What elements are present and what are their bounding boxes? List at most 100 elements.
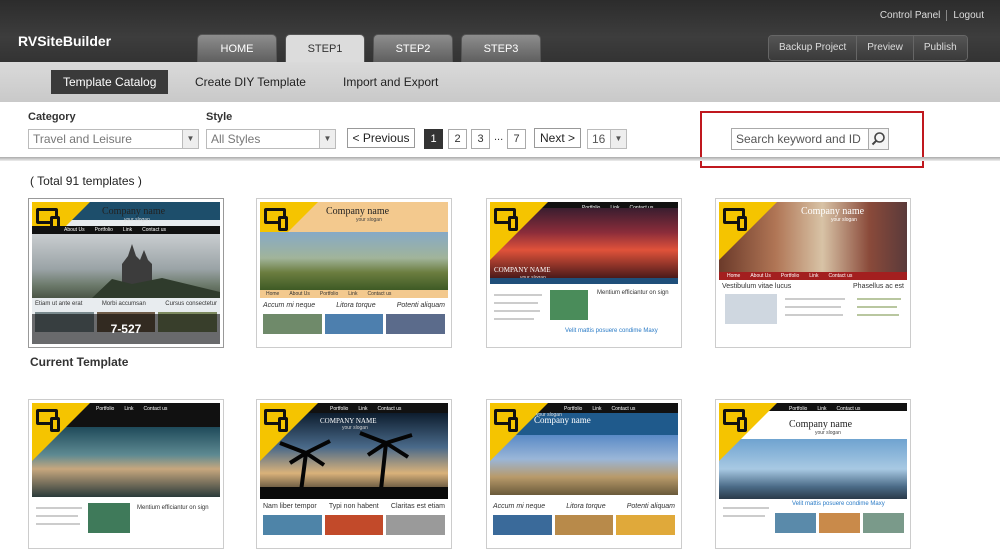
template-text-line — [723, 507, 769, 509]
template-company-name: Company name — [789, 419, 853, 430]
template-thumbnails — [550, 290, 588, 320]
template-slogan: your slogan — [831, 217, 857, 223]
current-template-id-overlay: 7-527 — [32, 314, 220, 344]
template-text-line — [494, 318, 534, 320]
template-text-line — [494, 294, 542, 296]
template-card-2[interactable]: Company name your slogan Home About Us Por… — [256, 198, 452, 348]
tab-step3[interactable]: STEP3 — [461, 34, 541, 62]
style-select[interactable]: All Styles ▼ — [206, 129, 336, 149]
template-text-line — [494, 310, 540, 312]
mobile-icon — [508, 216, 518, 231]
search-input[interactable]: Search keyword and ID — [731, 128, 869, 150]
tab-create-diy-template[interactable]: Create DIY Template — [183, 70, 318, 94]
template-slogan: your slogan — [342, 425, 368, 431]
publish-button[interactable]: Publish — [912, 36, 967, 60]
template-nav-item: Link — [348, 291, 358, 297]
category-value: Travel and Leisure — [33, 132, 132, 146]
template-captions-secondary: Velit mattis posuere condime Maxy — [562, 328, 678, 334]
search-button[interactable] — [868, 128, 889, 150]
template-nav-item: Portfolio — [330, 406, 349, 412]
filter-divider — [0, 157, 1000, 161]
mobile-icon — [278, 417, 288, 432]
template-text-line — [785, 306, 841, 308]
template-nav-item: Link — [809, 273, 819, 279]
template-caption: Litora torque — [336, 302, 376, 309]
page-7-button[interactable]: 7 — [507, 129, 526, 149]
template-text-line — [857, 298, 901, 300]
backup-project-button[interactable]: Backup Project — [769, 36, 857, 60]
category-select[interactable]: Travel and Leisure ▼ — [28, 129, 199, 149]
template-text-line — [785, 314, 843, 316]
template-caption: Morbi accumsan — [101, 301, 146, 307]
previous-page-button[interactable]: < Previous — [347, 128, 415, 148]
template-nav-item: Contact us — [142, 227, 167, 233]
template-nav-item: Link — [358, 406, 368, 412]
project-actions: Backup Project Preview Publish — [768, 35, 968, 61]
template-caption: Vestibulum vitae lucus — [722, 283, 792, 290]
template-card-3[interactable]: PortfolioLinkContact us COMPANY NAME you… — [486, 198, 682, 348]
template-company-name: Company name — [102, 206, 166, 217]
template-card-4[interactable]: Company name your slogan Home About Us Por… — [715, 198, 911, 348]
next-page-button[interactable]: Next > — [534, 128, 581, 148]
tab-step1[interactable]: STEP1 — [285, 34, 365, 63]
page-2-button[interactable]: 2 — [448, 129, 467, 149]
style-label: Style — [206, 111, 233, 123]
template-nav-item: Home — [727, 273, 741, 279]
template-caption: Cursus consectetur — [165, 301, 217, 307]
tab-step2[interactable]: STEP2 — [373, 34, 453, 62]
page-3-button[interactable]: 3 — [471, 129, 490, 149]
template-thumbnails — [775, 513, 904, 533]
template-thumbnails — [263, 515, 446, 535]
template-nav-item: Contact us — [143, 406, 168, 412]
template-caption: Potenti aliquam — [626, 503, 675, 510]
pagination-ellipsis: ... — [494, 131, 504, 143]
template-caption: Nam liber tempor — [263, 503, 317, 510]
template-card-7[interactable]: Portfolio Link Contact us Company name you… — [486, 399, 682, 549]
template-nav-item: Home — [266, 291, 280, 297]
logout-link[interactable]: Logout — [946, 10, 990, 21]
control-panel-link[interactable]: Control Panel — [874, 10, 947, 21]
template-nav-item: Contact us — [367, 291, 392, 297]
template-captions: Mentium efficiantur on sign — [594, 290, 678, 296]
app-header: RVSiteBuilder Control Panel Logout HOME … — [0, 0, 1000, 63]
template-card-5[interactable]: Portfolio Link Contact us Mentium effician… — [28, 399, 224, 549]
chevron-down-icon: ▼ — [610, 130, 626, 148]
template-nav-item: Contact us — [377, 406, 402, 412]
template-caption: Mentium efficiantur on sign — [137, 505, 209, 511]
template-captions: Etiam ut ante erat Morbi accumsan Cursus… — [32, 301, 220, 307]
template-company-name: Company name — [801, 206, 865, 217]
template-text-line — [723, 515, 765, 517]
template-nav-item: Link — [124, 406, 134, 412]
template-card-8[interactable]: Portfolio Link Contact us Company name you… — [715, 399, 911, 549]
template-card-current[interactable]: Company name your slogan About Us Portfol… — [28, 198, 224, 348]
mobile-icon — [737, 216, 747, 231]
template-captions: Vestibulum vitae lucus Phasellus ac est — [719, 283, 907, 290]
chevron-down-icon: ▼ — [319, 130, 335, 148]
template-captions: Mentium efficiantur on sign — [134, 505, 220, 511]
current-template-label: Current Template — [30, 355, 129, 369]
template-nav-item: Portfolio — [780, 273, 800, 279]
tab-import-export[interactable]: Import and Export — [331, 70, 450, 94]
step-tabs: HOME STEP1 STEP2 STEP3 — [197, 34, 549, 63]
template-slogan: your slogan — [815, 430, 841, 436]
template-company-name: Company name — [326, 206, 390, 217]
template-nav-item: Contact us — [611, 406, 636, 412]
tab-template-catalog[interactable]: Template Catalog — [51, 70, 169, 94]
mobile-icon — [278, 216, 288, 231]
template-captions: Accum mi neque Litora torque Potenti ali… — [260, 302, 448, 309]
tab-home[interactable]: HOME — [197, 34, 277, 62]
preview-button[interactable]: Preview — [856, 36, 913, 60]
template-text-line — [36, 507, 82, 509]
template-slogan: your slogan — [356, 217, 382, 223]
template-caption: Mentium efficiantur on sign — [597, 290, 669, 296]
per-page-select[interactable]: 16 ▼ — [587, 129, 627, 149]
template-caption: Typi non habent — [328, 503, 379, 510]
template-slogan: your slogan — [536, 412, 562, 418]
template-text-line — [494, 302, 538, 304]
page-1-button[interactable]: 1 — [424, 129, 443, 149]
template-text-line — [857, 306, 897, 308]
template-text-line — [36, 515, 78, 517]
template-nav-item: Portfolio — [94, 227, 113, 233]
template-card-6[interactable]: Portfolio Link Contact us COMPANY NAME you… — [256, 399, 452, 549]
template-caption: Litora torque — [566, 503, 606, 510]
